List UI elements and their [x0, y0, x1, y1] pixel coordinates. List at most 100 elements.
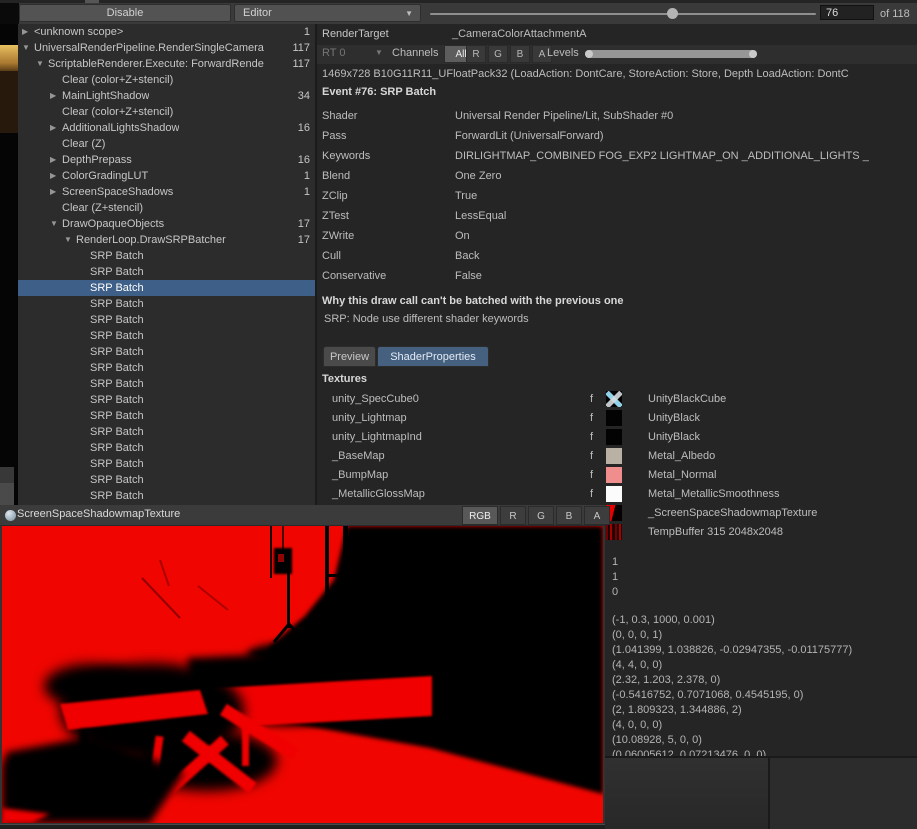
tree-item-count: 1 [304, 24, 310, 40]
float-value: 0 [612, 586, 618, 598]
tree-row[interactable]: ▶AdditionalLightsShadow16 [18, 120, 315, 136]
tree-row[interactable]: ▶DepthPrepass16 [18, 152, 315, 168]
chevron-expanded-icon[interactable]: ▼ [64, 232, 72, 248]
texture-thumbnail-black[interactable] [606, 429, 622, 445]
tree-row[interactable]: SRP Batch [18, 392, 315, 408]
tree-row[interactable]: SRP Batch [18, 328, 315, 344]
texture-row[interactable]: unity_SpecCube0fUnityBlackCube [317, 390, 917, 409]
chevron-collapsed-icon[interactable]: ▶ [50, 88, 56, 104]
levels-max-handle[interactable] [749, 50, 757, 58]
tree-row[interactable]: SRP Batch [18, 488, 315, 504]
chevron-expanded-icon[interactable]: ▼ [50, 216, 58, 232]
tree-row[interactable]: SRP Batch [18, 264, 315, 280]
texture-row[interactable]: unity_LightmapIndfUnityBlack [317, 428, 917, 447]
tree-row[interactable]: SRP Batch [18, 408, 315, 424]
vector-value: (-0.5416752, 0.7071068, 0.4545195, 0) [612, 689, 803, 701]
texture-row[interactable]: _BaseMapfMetal_Albedo [317, 447, 917, 466]
scene-object-glimpse [0, 45, 18, 71]
texture-preview-titlebar[interactable]: ScreenSpaceShadowmapTexture RGBRGBA [0, 505, 605, 526]
texture-thumbnail-white[interactable] [606, 486, 622, 502]
texture-row[interactable]: _MetallicGlossMapfMetal_MetallicSmoothne… [317, 485, 917, 504]
tree-row[interactable]: SRP Batch [18, 440, 315, 456]
shader-detail-value: DIRLIGHTMAP_COMBINED FOG_EXP2 LIGHTMAP_O… [455, 146, 869, 166]
preview-channel-r-button[interactable]: R [500, 506, 526, 525]
channel-g-button[interactable]: G [488, 45, 508, 63]
tree-row[interactable]: ▶<unknown scope>1 [18, 24, 315, 40]
tree-item-count: 1 [304, 184, 310, 200]
shadowmap-preview-image [2, 526, 603, 823]
tree-row[interactable]: SRP Batch [18, 344, 315, 360]
event-slider-handle[interactable] [667, 8, 678, 19]
texture-property-name: unity_Lightmap [332, 409, 407, 428]
tree-row[interactable]: SRP Batch [18, 376, 315, 392]
tree-row[interactable]: SRP Batch [18, 312, 315, 328]
tree-item-label: SRP Batch [90, 440, 144, 456]
shader-detail-label: Cull [322, 246, 341, 266]
tree-row[interactable]: ▶MainLightShadow34 [18, 88, 315, 104]
texture-thumbnail-black[interactable] [606, 410, 622, 426]
disable-button[interactable]: Disable [19, 4, 231, 22]
preview-channel-b-button[interactable]: B [556, 506, 582, 525]
chevron-collapsed-icon[interactable]: ▶ [50, 152, 56, 168]
tree-item-label: SRP Batch [90, 392, 144, 408]
texture-thumbnail-albedo[interactable] [606, 448, 622, 464]
tree-row[interactable]: SRP Batch [18, 296, 315, 312]
chevron-collapsed-icon[interactable]: ▶ [50, 120, 56, 136]
chevron-collapsed-icon[interactable]: ▶ [50, 168, 56, 184]
levels-min-handle[interactable] [585, 50, 593, 58]
chevron-collapsed-icon[interactable]: ▶ [22, 24, 28, 40]
tree-item-count: 17 [298, 232, 310, 248]
shader-detail-value: True [455, 186, 477, 206]
shader-detail-row: KeywordsDIRLIGHTMAP_COMBINED FOG_EXP2 LI… [317, 146, 917, 166]
tree-row[interactable]: ▶ColorGradingLUT1 [18, 168, 315, 184]
texture-row[interactable]: unity_LightmapfUnityBlack [317, 409, 917, 428]
texture-flag: f [590, 390, 593, 409]
event-slider-track[interactable] [430, 13, 816, 15]
tree-item-label: SRP Batch [90, 328, 144, 344]
preview-channel-a-button[interactable]: A [584, 506, 610, 525]
tree-row[interactable]: ▼UniversalRenderPipeline.RenderSingleCam… [18, 40, 315, 56]
channel-r-button[interactable]: R [466, 45, 486, 63]
texture-asset-name: TempBuffer 315 2048x2048 [648, 523, 783, 542]
preview-channel-rgb-button[interactable]: RGB [462, 506, 498, 525]
levels-range-slider[interactable] [585, 50, 757, 58]
tree-row[interactable]: ▶ScreenSpaceShadows1 [18, 184, 315, 200]
tree-row[interactable]: SRP Batch [18, 360, 315, 376]
shader-detail-value: LessEqual [455, 206, 506, 226]
tree-row[interactable]: Clear (Z) [18, 136, 315, 152]
target-dropdown[interactable]: Editor ▼ [234, 4, 421, 22]
tab-shader-properties[interactable]: ShaderProperties [377, 346, 489, 367]
tab-preview[interactable]: Preview [323, 346, 376, 367]
tree-row[interactable]: SRP Batch [18, 456, 315, 472]
rt-index-dropdown[interactable]: RT 0 [322, 47, 345, 59]
texture-thumbnail-tempbuffer[interactable] [606, 524, 622, 540]
tree-item-label: SRP Batch [90, 344, 144, 360]
texture-row[interactable]: _BumpMapfMetal_Normal [317, 466, 917, 485]
scene-object-glimpse-dark [0, 71, 18, 133]
channel-b-button[interactable]: B [510, 45, 530, 63]
texture-thumbnail-normal[interactable] [606, 467, 622, 483]
tree-row[interactable]: SRP Batch [18, 248, 315, 264]
tree-row[interactable]: ▼DrawOpaqueObjects17 [18, 216, 315, 232]
frame-debugger-window: Disable Editor ▼ 76 of 118 ▶<unknown sco… [0, 0, 917, 829]
tree-row[interactable]: SRP Batch [18, 472, 315, 488]
tree-row[interactable]: Clear (color+Z+stencil) [18, 104, 315, 120]
tree-item-count: 117 [292, 40, 310, 56]
event-number-input[interactable]: 76 [820, 5, 874, 20]
background-panel-edge [0, 467, 14, 483]
tree-row[interactable]: Clear (Z+stencil) [18, 200, 315, 216]
tree-row[interactable]: ▼RenderLoop.DrawSRPBatcher17 [18, 232, 315, 248]
tree-row[interactable]: ▼ScriptableRenderer.Execute: ForwardRend… [18, 56, 315, 72]
tree-row[interactable]: SRP Batch [18, 280, 315, 296]
tree-item-count: 16 [298, 120, 310, 136]
tree-row[interactable]: SRP Batch [18, 424, 315, 440]
tree-row[interactable]: Clear (color+Z+stencil) [18, 72, 315, 88]
chevron-expanded-icon[interactable]: ▼ [36, 56, 44, 72]
texture-thumbnail-cube[interactable] [606, 391, 622, 407]
chevron-collapsed-icon[interactable]: ▶ [50, 184, 56, 200]
vector-value: (-1, 0.3, 1000, 0.001) [612, 614, 715, 626]
tree-item-label: ScriptableRenderer.Execute: ForwardRende [48, 56, 264, 72]
chevron-expanded-icon[interactable]: ▼ [22, 40, 30, 56]
tree-item-label: SRP Batch [90, 376, 144, 392]
preview-channel-g-button[interactable]: G [528, 506, 554, 525]
